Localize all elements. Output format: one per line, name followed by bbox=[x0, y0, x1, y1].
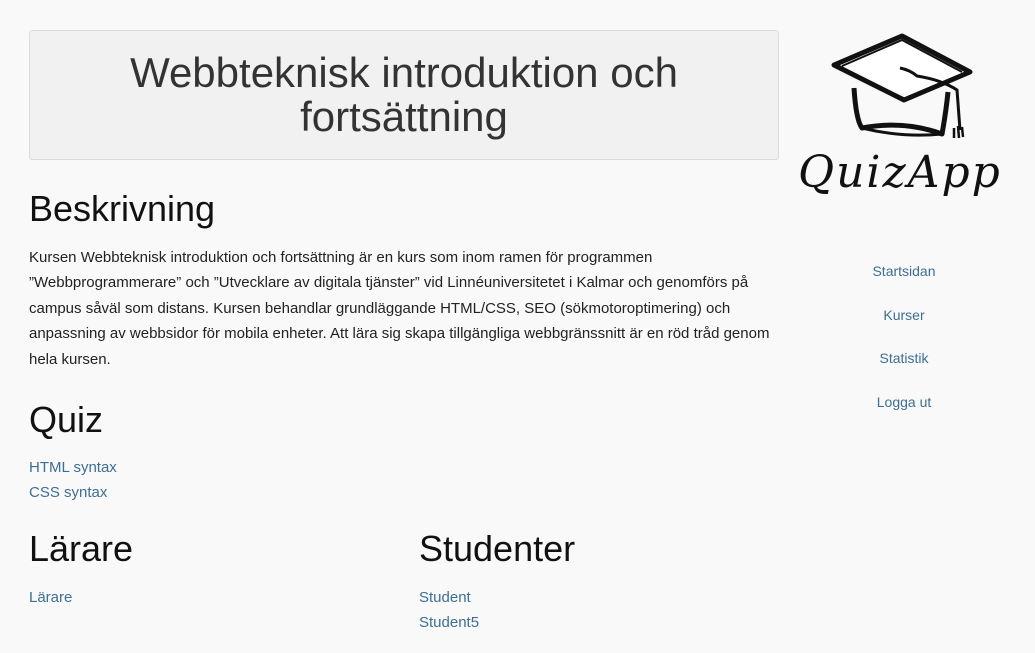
quiz-link-css-syntax[interactable]: CSS syntax bbox=[29, 480, 117, 505]
graduation-cap-icon: QuizApp bbox=[798, 33, 1002, 198]
nav-startsidan[interactable]: Startsidan bbox=[804, 260, 1004, 304]
student-link-student5[interactable]: Student5 bbox=[419, 610, 479, 635]
main-nav: Startsidan Kurser Statistik Logga ut bbox=[804, 260, 1004, 434]
students-list: Student Student5 bbox=[419, 585, 479, 636]
quiz-link-html-syntax[interactable]: HTML syntax bbox=[29, 455, 117, 480]
logo-text: QuizApp bbox=[798, 147, 1002, 198]
students-heading: Studenter bbox=[419, 528, 576, 569]
page-title: Webbteknisk introduktion och fortsättnin… bbox=[130, 49, 678, 140]
description-heading: Beskrivning bbox=[29, 188, 216, 229]
student-link-student[interactable]: Student bbox=[419, 585, 479, 610]
nav-statistik[interactable]: Statistik bbox=[804, 347, 1004, 391]
quiz-heading: Quiz bbox=[29, 399, 104, 440]
quizapp-logo[interactable]: QuizApp bbox=[792, 30, 1017, 210]
teacher-link[interactable]: Lärare bbox=[29, 585, 72, 610]
quiz-list: HTML syntax CSS syntax bbox=[29, 455, 117, 506]
teachers-list: Lärare bbox=[29, 585, 72, 610]
teachers-heading: Lärare bbox=[29, 528, 134, 569]
course-description: Kursen Webbteknisk introduktion och fort… bbox=[29, 249, 770, 368]
nav-kurser[interactable]: Kurser bbox=[804, 304, 1004, 348]
nav-logga-ut[interactable]: Logga ut bbox=[804, 391, 1004, 435]
page-header: Webbteknisk introduktion och fortsättnin… bbox=[29, 30, 779, 160]
